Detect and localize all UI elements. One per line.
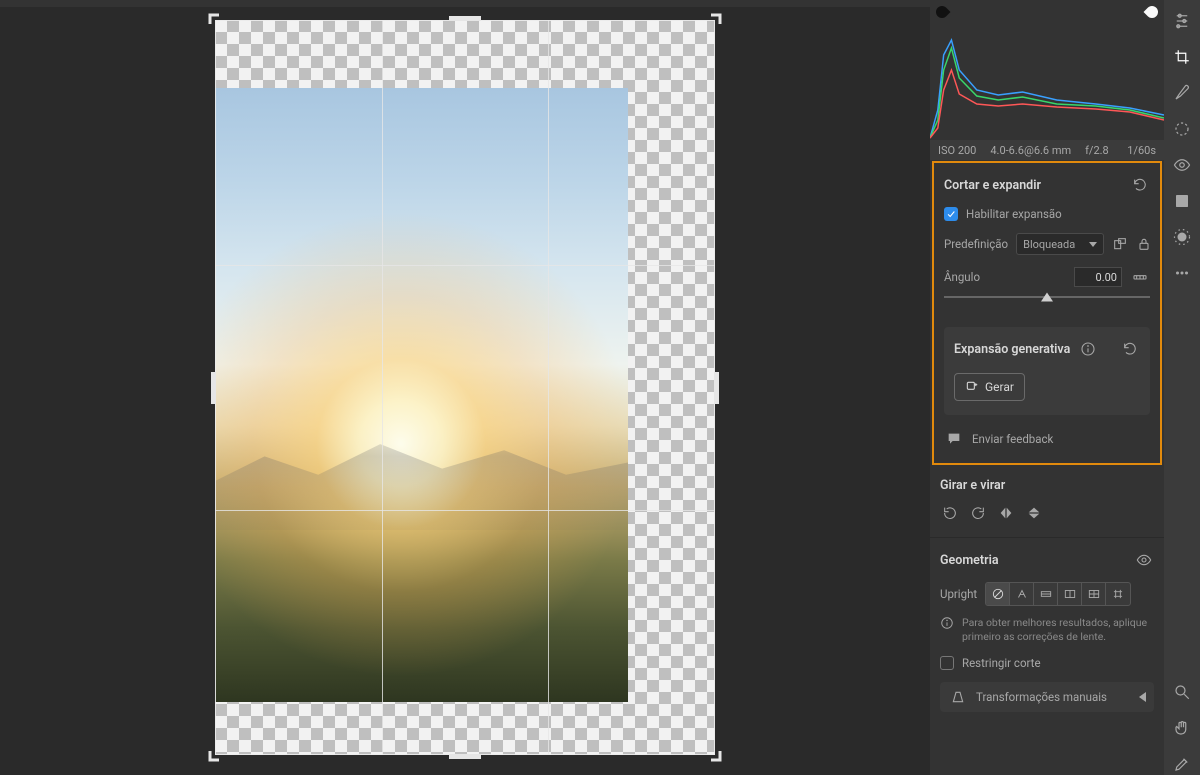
panel-sections: Cortar e expandir Habilitar expansão xyxy=(930,160,1164,726)
rotate-ccw-button[interactable] xyxy=(940,503,960,523)
geometry-visibility-button[interactable] xyxy=(1134,550,1154,570)
lock-icon[interactable] xyxy=(1136,234,1152,254)
upright-off-button[interactable] xyxy=(986,583,1010,605)
geometry-hint-text: Para obter melhores resultados, aplique … xyxy=(962,616,1154,644)
section-generative-expand: Expansão generativa xyxy=(944,327,1150,415)
flip-vertical-button[interactable] xyxy=(1024,503,1044,523)
crop-expand-reset-button[interactable] xyxy=(1130,175,1150,195)
crop-handle-top[interactable] xyxy=(449,16,481,21)
angle-label: Ângulo xyxy=(944,270,1066,284)
enable-expand-row[interactable]: Habilitar expansão xyxy=(944,207,1150,221)
crop-handle-left[interactable] xyxy=(211,372,216,404)
angle-input[interactable] xyxy=(1074,267,1122,287)
generate-button[interactable]: Gerar xyxy=(954,373,1025,401)
chevron-down-icon xyxy=(1089,242,1097,247)
manual-transform-label: Transformações manuais xyxy=(976,690,1107,704)
crop-tool[interactable] xyxy=(1171,46,1193,68)
edit-sliders-tool[interactable] xyxy=(1171,10,1193,32)
presets-tool[interactable] xyxy=(1171,190,1193,212)
restrict-crop-label: Restringir corte xyxy=(962,656,1041,670)
app-root: ISO 200 4.0-6.6@6.6 mm f/2.8 1/60s Corta… xyxy=(0,0,1200,775)
mask-tool[interactable] xyxy=(1171,118,1193,140)
upright-auto-button[interactable] xyxy=(1010,583,1034,605)
crop-handle-bottom-left[interactable] xyxy=(207,739,231,763)
enable-expand-checkbox[interactable] xyxy=(944,207,958,221)
exif-aperture: f/2.8 xyxy=(1085,144,1109,157)
upright-segmented xyxy=(985,582,1131,606)
angle-slider[interactable] xyxy=(944,289,1150,305)
flip-horizontal-button[interactable] xyxy=(996,503,1016,523)
generate-button-label: Gerar xyxy=(985,380,1014,394)
transform-icon xyxy=(948,687,968,707)
crop-handle-right[interactable] xyxy=(714,372,719,404)
section-rotate-flip: Girar e virar xyxy=(930,466,1164,537)
rotate-flip-title: Girar e virar xyxy=(940,478,1005,493)
crop-handle-bottom[interactable] xyxy=(449,754,481,759)
geometry-title: Geometria xyxy=(940,553,999,568)
photo-preview xyxy=(215,88,628,702)
crop-expand-title: Cortar e expandir xyxy=(944,178,1041,193)
info-icon[interactable] xyxy=(1078,339,1098,359)
crop-handle-bottom-right[interactable] xyxy=(699,739,723,763)
tool-strip xyxy=(1164,0,1200,775)
section-crop-expand: Cortar e expandir Habilitar expansão xyxy=(934,163,1160,463)
more-tool[interactable] xyxy=(1171,262,1193,284)
exif-shutter: 1/60s xyxy=(1127,144,1156,157)
right-side: ISO 200 4.0-6.6@6.6 mm f/2.8 1/60s Corta… xyxy=(930,0,1200,775)
hand-tool[interactable] xyxy=(1171,717,1193,739)
feedback-label: Enviar feedback xyxy=(972,432,1053,446)
crop-expand-highlight: Cortar e expandir Habilitar expansão xyxy=(932,161,1162,465)
gen-expand-reset-button[interactable] xyxy=(1120,339,1140,359)
redeye-tool[interactable] xyxy=(1171,154,1193,176)
canvas-area[interactable] xyxy=(0,0,930,775)
straighten-tool-button[interactable] xyxy=(1130,267,1150,287)
section-geometry: Geometria Upright xyxy=(930,537,1164,726)
exif-focal: 4.0-6.6@6.6 mm xyxy=(990,144,1071,157)
manual-transform-row[interactable]: Transformações manuais xyxy=(940,682,1154,712)
preset-select[interactable]: Bloqueada xyxy=(1016,233,1104,255)
preset-value: Bloqueada xyxy=(1023,238,1075,251)
crop-handle-top-right[interactable] xyxy=(699,12,723,36)
preset-label: Predefinição xyxy=(944,237,1008,251)
sampler-tool[interactable] xyxy=(1171,753,1193,775)
restrict-crop-checkbox[interactable] xyxy=(940,656,954,670)
upright-guided-button[interactable] xyxy=(1106,583,1130,605)
exif-row: ISO 200 4.0-6.6@6.6 mm f/2.8 1/60s xyxy=(930,140,1164,160)
gen-expand-title: Expansão generativa xyxy=(954,342,1070,357)
disclosure-triangle-icon xyxy=(1139,692,1146,702)
rotate-cw-button[interactable] xyxy=(968,503,988,523)
crop-frame[interactable] xyxy=(215,20,715,755)
crop-handle-top-left[interactable] xyxy=(207,12,231,36)
chat-icon xyxy=(944,429,964,449)
upright-full-button[interactable] xyxy=(1082,583,1106,605)
info-icon xyxy=(940,616,954,630)
top-strip xyxy=(0,0,930,7)
feedback-row[interactable]: Enviar feedback xyxy=(944,429,1150,449)
snapshot-tool[interactable] xyxy=(1171,226,1193,248)
upright-level-button[interactable] xyxy=(1034,583,1058,605)
healing-tool[interactable] xyxy=(1171,82,1193,104)
histogram[interactable] xyxy=(930,0,1164,140)
geometry-hint: Para obter melhores resultados, aplique … xyxy=(940,616,1154,644)
swap-orientation-button[interactable] xyxy=(1112,234,1128,254)
exif-iso: ISO 200 xyxy=(938,144,976,157)
restrict-crop-row[interactable]: Restringir corte xyxy=(940,656,1154,670)
enable-expand-label: Habilitar expansão xyxy=(966,207,1062,221)
upright-label: Upright xyxy=(940,587,977,601)
zoom-tool[interactable] xyxy=(1171,681,1193,703)
panel-column: ISO 200 4.0-6.6@6.6 mm f/2.8 1/60s Corta… xyxy=(930,0,1164,775)
upright-vertical-button[interactable] xyxy=(1058,583,1082,605)
